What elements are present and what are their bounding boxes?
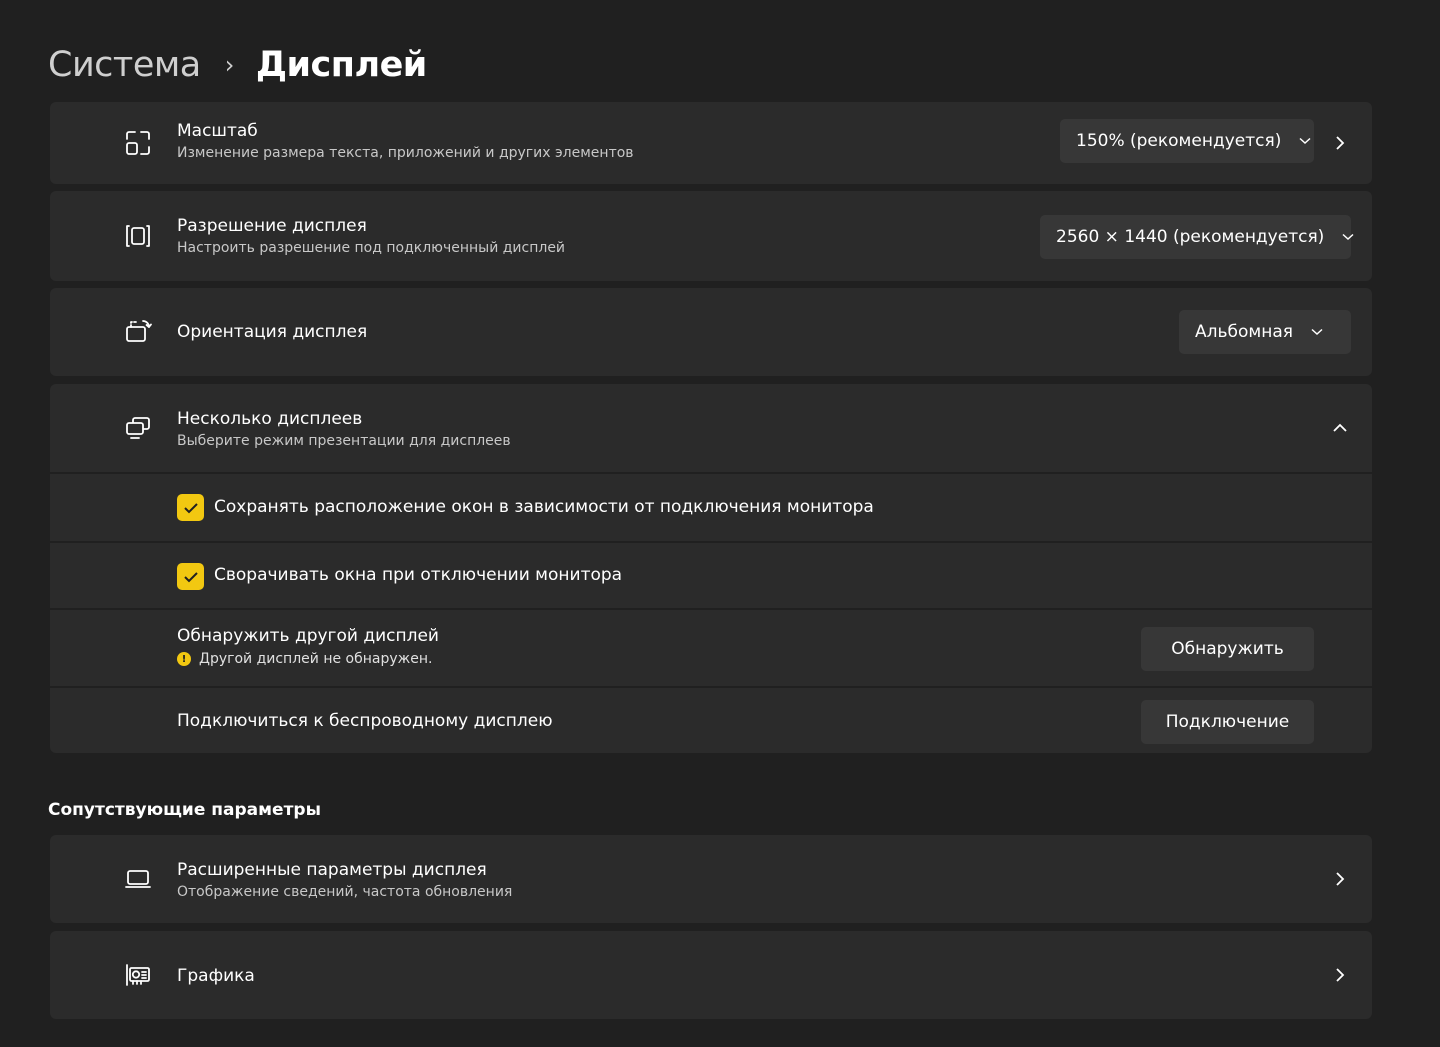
resolution-text: Разрешение дисплея Настроить разрешение … (177, 215, 565, 258)
chevron-up-icon[interactable] (1332, 420, 1348, 436)
orientation-icon (122, 316, 154, 348)
resolution-dropdown[interactable]: 2560 × 1440 (рекомендуется) (1040, 215, 1354, 259)
page-title: Дисплей (255, 45, 428, 85)
detect-status: ! Другой дисплей не обнаружен. (177, 651, 439, 667)
breadcrumb: Система › Дисплей (48, 40, 427, 90)
chevron-down-icon (1342, 233, 1354, 241)
chevron-right-icon[interactable] (1332, 135, 1348, 151)
multiple-displays-title: Несколько дисплеев (177, 409, 363, 429)
display-settings-page: Система › Дисплей Масштаб Изменение разм… (0, 0, 1440, 1047)
multiple-displays-text: Несколько дисплеев Выберите режим презен… (177, 408, 511, 451)
breadcrumb-separator: › (224, 51, 235, 79)
remember-windows-row: Сохранять расположение окон в зависимост… (50, 474, 1372, 541)
chevron-right-icon[interactable] (1332, 871, 1348, 887)
resolution-dropdown-value: 2560 × 1440 (рекомендуется) (1056, 227, 1325, 247)
detect-display-title: Обнаружить другой дисплей (177, 626, 439, 646)
laptop-icon (122, 863, 154, 895)
minimize-windows-label: Сворачивать окна при отключении монитора (214, 565, 623, 585)
orientation-dropdown[interactable]: Альбомная (1179, 310, 1351, 354)
connect-button[interactable]: Подключение (1141, 700, 1314, 744)
graphics-card-icon (122, 959, 154, 991)
multiple-displays-icon (122, 412, 154, 444)
advanced-display-title: Расширенные параметры дисплея (177, 860, 487, 880)
resolution-description: Настроить разрешение под подключенный ди… (177, 240, 566, 256)
multiple-displays-card[interactable]: Несколько дисплеев Выберите режим презен… (50, 384, 1372, 472)
wireless-display-title: Подключиться к беспроводному дисплею (177, 711, 553, 731)
resolution-title: Разрешение дисплея (177, 216, 367, 236)
scale-dropdown-value: 150% (рекомендуется) (1076, 131, 1282, 151)
advanced-display-description: Отображение сведений, частота обновления (177, 884, 513, 900)
multiple-displays-description: Выберите режим презентации для дисплеев (177, 433, 511, 449)
chevron-down-icon (1299, 137, 1311, 145)
advanced-display-text: Расширенные параметры дисплея Отображени… (177, 859, 512, 902)
graphics-card[interactable]: Графика (50, 931, 1372, 1019)
detect-display-text: Обнаружить другой дисплей ! Другой диспл… (177, 625, 439, 667)
graphics-text: Графика (177, 965, 255, 987)
scale-card[interactable]: Масштаб Изменение размера текста, прилож… (50, 102, 1372, 184)
detect-button[interactable]: Обнаружить (1141, 627, 1314, 671)
info-icon: ! (177, 652, 191, 666)
minimize-windows-row: Сворачивать окна при отключении монитора (50, 543, 1372, 608)
scale-description: Изменение размера текста, приложений и д… (177, 145, 634, 161)
breadcrumb-system-link[interactable]: Система (48, 45, 201, 85)
chevron-right-icon[interactable] (1332, 967, 1348, 983)
scale-icon (122, 127, 154, 159)
scale-title: Масштаб (177, 121, 258, 141)
orientation-card: Ориентация дисплея Альбомная (50, 288, 1372, 376)
remember-windows-label: Сохранять расположение окон в зависимост… (214, 497, 874, 517)
detect-status-text: Другой дисплей не обнаружен. (199, 651, 433, 667)
scale-dropdown[interactable]: 150% (рекомендуется) (1060, 119, 1314, 163)
chevron-down-icon (1311, 328, 1323, 336)
resolution-card: Разрешение дисплея Настроить разрешение … (50, 191, 1372, 281)
resolution-icon (122, 220, 154, 252)
remember-windows-checkbox[interactable] (177, 494, 204, 521)
orientation-title: Ориентация дисплея (177, 322, 368, 342)
wireless-display-text: Подключиться к беспроводному дисплею (177, 710, 553, 732)
graphics-title: Графика (177, 966, 255, 986)
minimize-windows-checkbox[interactable] (177, 563, 204, 590)
orientation-text: Ориентация дисплея (177, 321, 367, 343)
related-settings-heading: Сопутствующие параметры (48, 800, 321, 820)
scale-text: Масштаб Изменение размера текста, прилож… (177, 120, 634, 163)
orientation-dropdown-value: Альбомная (1195, 322, 1293, 342)
detect-display-row: Обнаружить другой дисплей ! Другой диспл… (50, 610, 1372, 686)
wireless-display-row: Подключиться к беспроводному дисплею Под… (50, 688, 1372, 753)
advanced-display-card[interactable]: Расширенные параметры дисплея Отображени… (50, 835, 1372, 923)
